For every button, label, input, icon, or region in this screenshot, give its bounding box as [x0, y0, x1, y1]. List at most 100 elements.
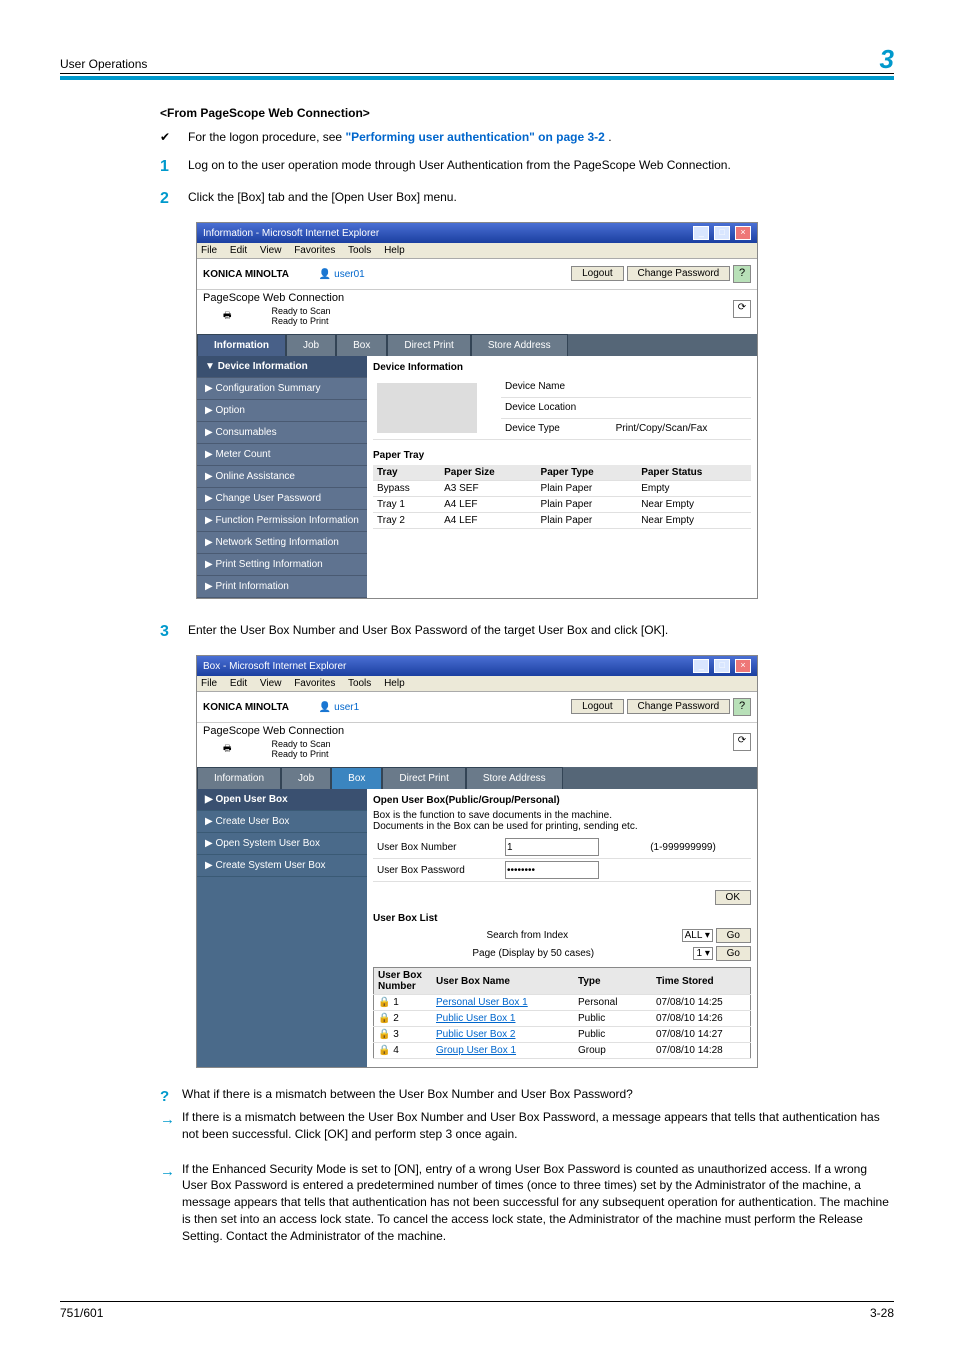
ok-button[interactable]: OK	[715, 890, 751, 905]
cell: A4 LEF	[440, 513, 536, 529]
cell: Near Empty	[637, 513, 751, 529]
menu-file[interactable]: File	[201, 678, 217, 689]
cell: 🔒 1	[374, 995, 433, 1011]
browser-menubar: File Edit View Favorites Tools Help	[197, 676, 757, 692]
cell: Near Empty	[637, 497, 751, 513]
menu-edit[interactable]: Edit	[230, 245, 247, 256]
menu-favorites[interactable]: Favorites	[294, 245, 335, 256]
menu-view[interactable]: View	[260, 245, 282, 256]
sidebar-open-user-box[interactable]: ▶ Open User Box	[197, 789, 367, 811]
search-index-select[interactable]: ALL ▾	[682, 929, 713, 942]
sidebar-open-system-user-box[interactable]: ▶ Open System User Box	[197, 833, 367, 855]
step-2-text: Click the [Box] tab and the [Open User B…	[188, 190, 457, 208]
refresh-icon[interactable]: ⟳	[733, 733, 751, 751]
page-section: User Operations	[60, 57, 147, 71]
tab-job[interactable]: Job	[281, 767, 331, 789]
check-text-a: For the logon procedure, see	[188, 130, 345, 144]
th-box-name: User Box Name	[432, 968, 574, 995]
close-icon[interactable]: ×	[735, 659, 751, 673]
sidebar-consumables[interactable]: ▶ Consumables	[197, 422, 367, 444]
arrow-icon: →	[160, 1109, 182, 1143]
help-icon[interactable]: ?	[733, 698, 751, 716]
logout-button[interactable]: Logout	[571, 266, 624, 281]
sidebar-label: Function Permission Information	[215, 515, 358, 526]
tab-store-address[interactable]: Store Address	[466, 767, 563, 789]
sidebar-option[interactable]: ▶ Option	[197, 400, 367, 422]
cell: Tray 2	[373, 513, 440, 529]
sidebar-create-system-user-box[interactable]: ▶ Create System User Box	[197, 855, 367, 877]
sidebar-config-summary[interactable]: ▶ Configuration Summary	[197, 378, 367, 400]
user-box-link[interactable]: Public User Box 1	[436, 1013, 515, 1024]
sidebar-function-permission[interactable]: ▶ Function Permission Information	[197, 510, 367, 532]
logged-user: 👤 user01	[319, 269, 365, 280]
user-box-number-hint: (1-999999999)	[646, 836, 751, 859]
user-box-link[interactable]: Personal User Box 1	[436, 997, 528, 1008]
close-icon[interactable]: ×	[735, 226, 751, 240]
menu-tools[interactable]: Tools	[348, 245, 371, 256]
box-num: 1	[393, 997, 399, 1008]
cell: 🔒 3	[374, 1027, 433, 1043]
go-button[interactable]: Go	[716, 946, 751, 961]
sidebar-change-user-password[interactable]: ▶ Change User Password	[197, 488, 367, 510]
user-box-list-heading: User Box List	[373, 913, 751, 924]
tab-store-address[interactable]: Store Address	[471, 334, 568, 356]
tab-information[interactable]: Information	[197, 767, 281, 789]
sidebar-meter-count[interactable]: ▶ Meter Count	[197, 444, 367, 466]
user-box-password-input[interactable]	[505, 861, 599, 879]
minimize-icon[interactable]: _	[693, 226, 709, 240]
status-ready-scan: Ready to Scan	[272, 306, 331, 316]
question-mark-icon: ?	[160, 1086, 182, 1107]
table-row: 🔒 3 Public User Box 2 Public 07/08/10 14…	[374, 1027, 751, 1043]
menu-view[interactable]: View	[260, 678, 282, 689]
refresh-icon[interactable]: ⟳	[733, 300, 751, 318]
menu-file[interactable]: File	[201, 245, 217, 256]
tab-box[interactable]: Box	[336, 334, 387, 356]
sidebar-device-info[interactable]: ▼ Device Information	[197, 356, 367, 378]
sidebar-label: Option	[215, 405, 244, 416]
minimize-icon[interactable]: _	[693, 659, 709, 673]
sidebar-create-user-box[interactable]: ▶ Create User Box	[197, 811, 367, 833]
sidebar-label: Print Setting Information	[215, 559, 322, 570]
menu-edit[interactable]: Edit	[230, 678, 247, 689]
menu-help[interactable]: Help	[384, 245, 405, 256]
change-password-button[interactable]: Change Password	[627, 699, 731, 714]
logout-button[interactable]: Logout	[571, 699, 624, 714]
cell: 🔒 2	[374, 1011, 433, 1027]
step-1-text: Log on to the user operation mode throug…	[188, 158, 731, 176]
sidebar-print-info[interactable]: ▶ Print Information	[197, 576, 367, 598]
sidebar-device-info-label: Device Information	[218, 361, 308, 372]
maximize-icon[interactable]: □	[714, 226, 730, 240]
tab-information[interactable]: Information	[197, 334, 286, 356]
tab-direct-print[interactable]: Direct Print	[387, 334, 470, 356]
auth-link[interactable]: "Performing user authentication" on page…	[345, 130, 604, 144]
tab-direct-print[interactable]: Direct Print	[382, 767, 465, 789]
table-row: 🔒 2 Public User Box 1 Public 07/08/10 14…	[374, 1011, 751, 1027]
th-type: Paper Type	[537, 465, 638, 481]
sidebar-print-setting[interactable]: ▶ Print Setting Information	[197, 554, 367, 576]
user-box-link[interactable]: Group User Box 1	[436, 1045, 516, 1056]
step-2-number: 2	[160, 190, 188, 208]
tab-box[interactable]: Box	[331, 767, 382, 789]
header-rule	[60, 76, 894, 80]
user-box-link[interactable]: Public User Box 2	[436, 1029, 515, 1040]
sidebar-online-assistance[interactable]: ▶ Online Assistance	[197, 466, 367, 488]
sidebar-network-setting[interactable]: ▶ Network Setting Information	[197, 532, 367, 554]
th-status: Paper Status	[637, 465, 751, 481]
cell: 07/08/10 14:28	[652, 1043, 751, 1059]
maximize-icon[interactable]: □	[714, 659, 730, 673]
page-select[interactable]: 1 ▾	[693, 947, 712, 960]
menu-favorites[interactable]: Favorites	[294, 678, 335, 689]
th-size: Paper Size	[440, 465, 536, 481]
tab-job[interactable]: Job	[286, 334, 336, 356]
user-box-number-input[interactable]	[505, 838, 599, 856]
window-controls: _ □ ×	[691, 659, 751, 673]
window-title: Box - Microsoft Internet Explorer	[203, 661, 346, 672]
go-button[interactable]: Go	[716, 928, 751, 943]
user-name: user01	[334, 269, 365, 280]
menu-tools[interactable]: Tools	[348, 678, 371, 689]
help-icon[interactable]: ?	[733, 265, 751, 283]
box-num: 3	[393, 1029, 399, 1040]
change-password-button[interactable]: Change Password	[627, 266, 731, 281]
menu-help[interactable]: Help	[384, 678, 405, 689]
chapter-number: 3	[880, 44, 894, 75]
